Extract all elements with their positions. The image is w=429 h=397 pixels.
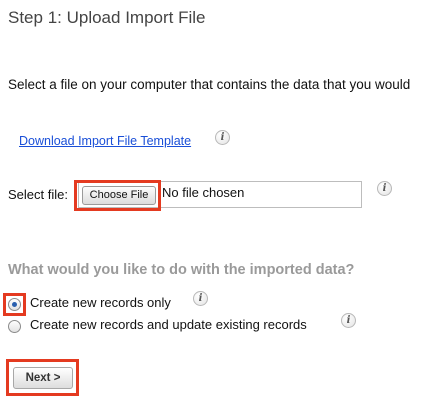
step-title: Step 1: Upload Import File bbox=[8, 8, 206, 27]
highlight-choose-file bbox=[74, 180, 161, 211]
create-update-info-icon[interactable]: i bbox=[341, 313, 356, 328]
radio-create-and-update[interactable] bbox=[8, 320, 21, 333]
instructions-text: Select a file on your computer that cont… bbox=[8, 77, 411, 92]
highlight-radio bbox=[3, 293, 26, 316]
create-only-info-icon[interactable]: i bbox=[193, 291, 208, 306]
radio-label-create-only[interactable]: Create new records only bbox=[30, 295, 171, 310]
radio-label-create-and-update[interactable]: Create new records and update existing r… bbox=[30, 317, 307, 332]
highlight-next bbox=[6, 359, 79, 396]
import-action-question: What would you like to do with the impor… bbox=[8, 262, 355, 278]
template-info-icon[interactable]: i bbox=[215, 130, 230, 145]
file-info-icon[interactable]: i bbox=[377, 181, 392, 196]
download-template-link[interactable]: Download Import File Template bbox=[19, 134, 191, 148]
select-file-label: Select file: bbox=[8, 187, 68, 202]
file-status-text: No file chosen bbox=[162, 185, 245, 200]
